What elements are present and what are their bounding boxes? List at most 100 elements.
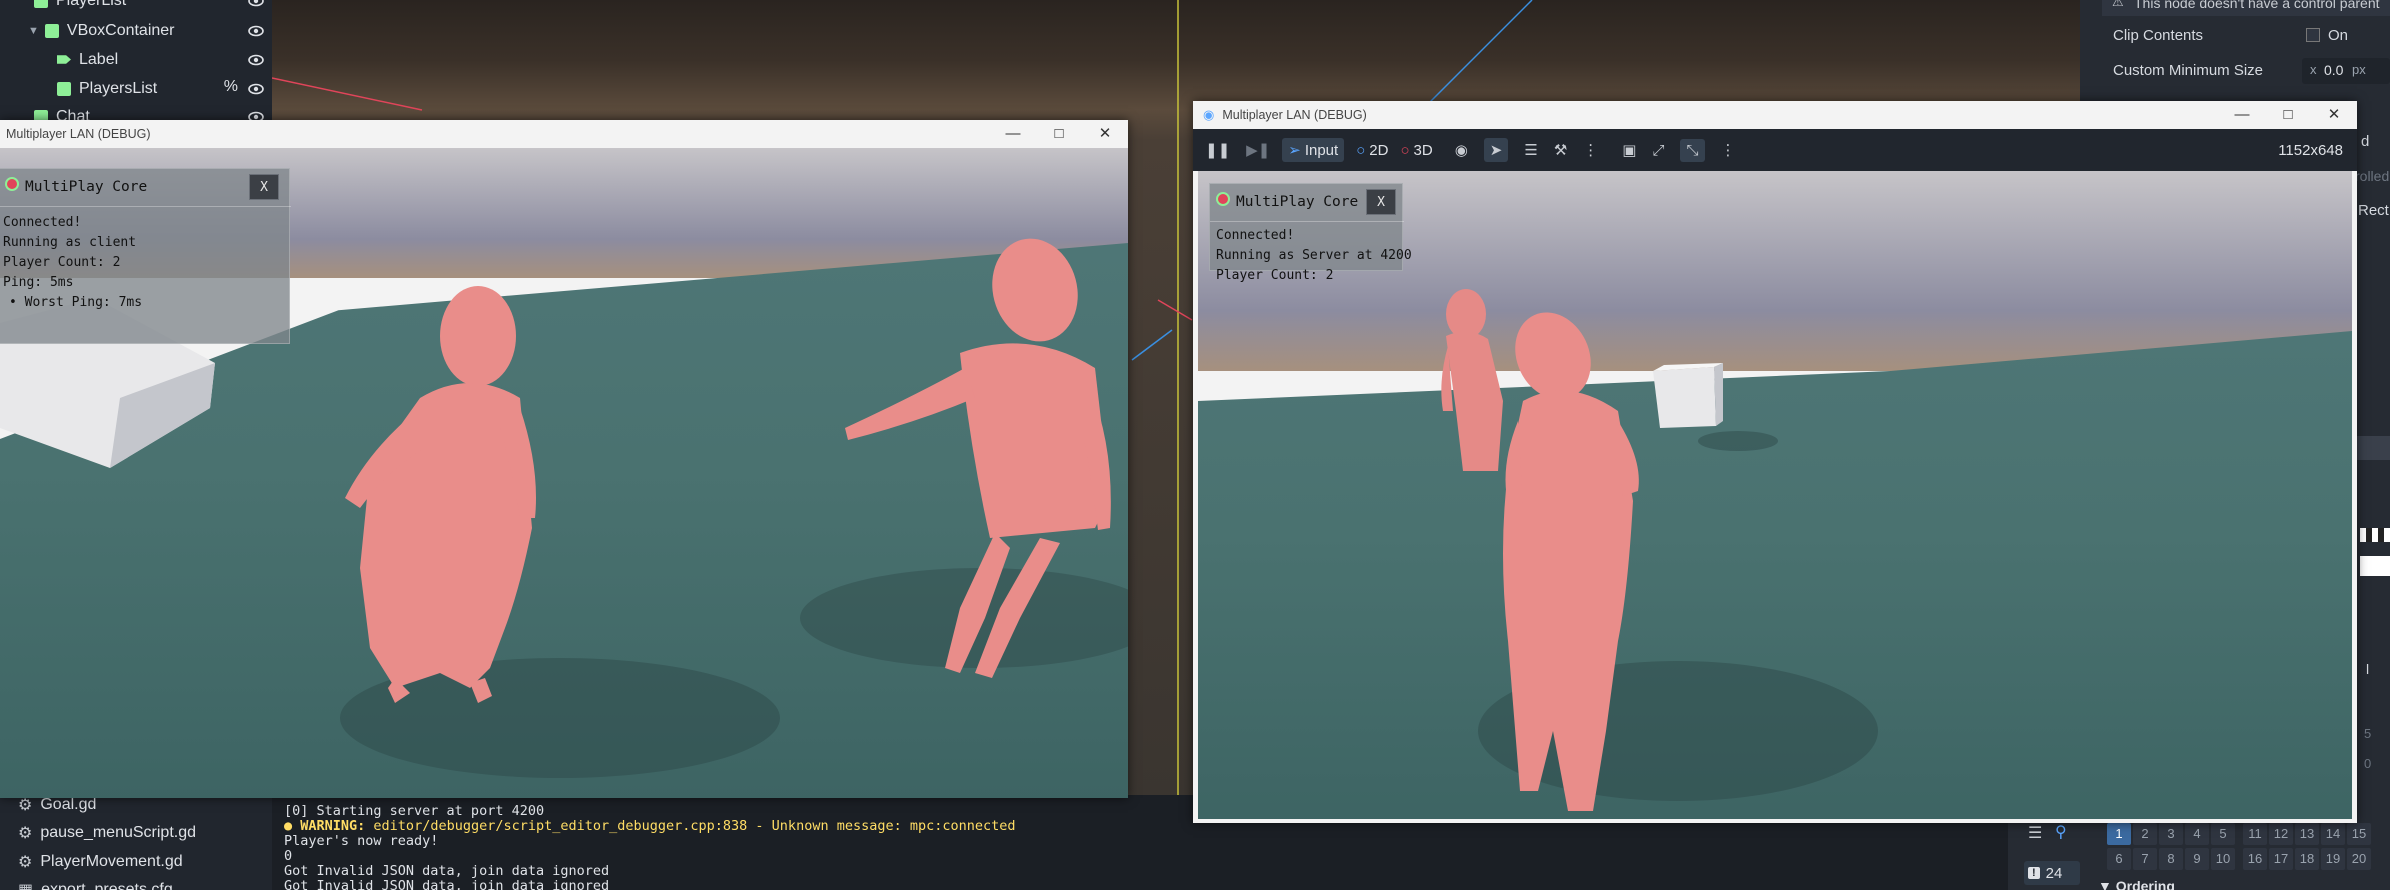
layer-button-7[interactable]: 7	[2133, 848, 2157, 870]
message-count-badge[interactable]: ! 24	[2024, 861, 2080, 885]
overlay-close-button[interactable]: X	[1366, 189, 1396, 215]
scene-tree-dock: PlayerList ▼ VBoxContainer Label Players…	[0, 0, 272, 125]
file-item-player-movement[interactable]: ⚙ PlayerMovement.gd	[18, 852, 183, 872]
inspector-fragment-l: l	[2366, 661, 2370, 677]
ordering-section-header[interactable]: ▼ Ordering	[2098, 878, 2175, 890]
layer-button-6[interactable]: 6	[2107, 848, 2131, 870]
itemlist-node-icon	[57, 81, 71, 96]
warning-dot-icon: ●	[284, 818, 301, 834]
3d-circle-icon: ○	[1400, 141, 1410, 159]
min-size-x-field[interactable]: x 0.0 px	[2302, 58, 2390, 84]
overlay-status-line: Ping: 5ms	[3, 275, 74, 290]
file-item-export-presets[interactable]: ▦ export_presets.cfg	[18, 880, 173, 890]
filter-lines-icon[interactable]: ☰	[2028, 823, 2042, 843]
layer-button-2[interactable]: 2	[2133, 823, 2157, 845]
layer-button-9[interactable]: 9	[2185, 848, 2209, 870]
layer-button-16[interactable]: 16	[2243, 848, 2267, 870]
inspector-fragment-d: d	[2361, 133, 2370, 150]
control-node-icon	[34, 0, 48, 8]
select-tool-icon[interactable]: ➤	[1483, 138, 1509, 162]
visibility-eye-icon[interactable]	[248, 23, 264, 39]
server-game-viewport[interactable]: MultiPlay Core X Connected! Running as S…	[1198, 171, 2352, 819]
tree-item-playerslist[interactable]: PlayersList %	[0, 74, 272, 103]
warning-prefix: WARNING:	[300, 818, 366, 834]
resolution-readout: 1152x648	[2278, 141, 2343, 159]
input-mode-button[interactable]: ➢ Input	[1282, 138, 1345, 162]
color-preview[interactable]	[2360, 556, 2390, 576]
layer-button-4[interactable]: 4	[2185, 823, 2209, 845]
unique-name-indicator[interactable]: %	[224, 78, 238, 96]
search-icon[interactable]: ⚲	[2055, 822, 2067, 842]
filesystem-dock: ⚙ Goal.gd ⚙ pause_menuScript.gd ⚙ Player…	[0, 790, 272, 890]
tree-item-playerlist[interactable]: PlayerList	[0, 0, 272, 15]
layer-button-5[interactable]: 5	[2211, 823, 2235, 845]
maximize-icon[interactable]: □	[2265, 101, 2311, 129]
minimize-icon[interactable]: —	[2219, 101, 2265, 129]
chevron-down-icon[interactable]: ▼	[28, 25, 39, 37]
close-icon[interactable]: ✕	[1082, 120, 1128, 148]
tree-item-label: Label	[79, 50, 119, 68]
layer-button-18[interactable]: 18	[2295, 848, 2319, 870]
visibility-eye-icon[interactable]	[248, 0, 264, 9]
layer-button-3[interactable]: 3	[2159, 823, 2183, 845]
layer-button-11[interactable]: 11	[2243, 823, 2267, 845]
gear-icon: ⚙	[18, 825, 33, 842]
file-name: export_presets.cfg	[41, 881, 173, 890]
alert-icon: !	[2028, 867, 2040, 879]
file-item-goal[interactable]: ⚙ Goal.gd	[18, 795, 96, 815]
layer-button-10[interactable]: 10	[2211, 848, 2235, 870]
layer-button-14[interactable]: 14	[2321, 823, 2345, 845]
clip-contents-checkbox[interactable]	[2306, 28, 2320, 42]
layer-button-13[interactable]: 13	[2295, 823, 2319, 845]
inspector-notice: This node doesn't have a control parent	[2134, 0, 2380, 11]
tree-item-vboxcontainer[interactable]: ▼ VBoxContainer	[0, 16, 272, 45]
window-titlebar[interactable]: ◉ Multiplayer LAN (DEBUG)	[1193, 101, 2357, 129]
output-line: [0] Starting server at port 4200	[284, 803, 545, 819]
overlay-divider	[1210, 221, 1404, 222]
visibility-eye-icon[interactable]	[248, 52, 264, 68]
layer-button-19[interactable]: 19	[2321, 848, 2345, 870]
ordering-label: Ordering	[2115, 878, 2175, 890]
clip-contents-value: On	[2328, 27, 2349, 44]
tree-item-label-node[interactable]: Label	[0, 45, 272, 74]
inspector-warning: ⚠ This node doesn't have a control paren…	[2102, 0, 2390, 16]
output-line: Got Invalid JSON data, join data ignored	[284, 878, 610, 890]
layer-button-12[interactable]: 12	[2269, 823, 2293, 845]
layer-button-17[interactable]: 17	[2269, 848, 2293, 870]
layer-button-8[interactable]: 8	[2159, 848, 2183, 870]
client-game-window[interactable]: Multiplayer LAN (DEBUG) — □ ✕ MultiPlay …	[0, 120, 1128, 798]
file-name: pause_menuScript.gd	[40, 824, 196, 841]
window-title: Multiplayer LAN (DEBUG)	[1222, 108, 1367, 122]
visibility-eye-icon[interactable]: ◉	[1455, 141, 1468, 159]
pause-icon[interactable]: ❚❚	[1205, 141, 1230, 159]
layer-button-15[interactable]: 15	[2347, 823, 2371, 845]
camera-override-icon[interactable]: ⚒	[1554, 141, 1567, 159]
visibility-eye-icon[interactable]	[248, 81, 264, 97]
step-frame-icon[interactable]: ▶❚	[1246, 141, 1270, 159]
window-titlebar[interactable]: Multiplayer LAN (DEBUG)	[0, 120, 1128, 148]
custom-min-size-label: Custom Minimum Size	[2113, 62, 2264, 79]
fullscreen-icon[interactable]: ⤢	[1652, 142, 1664, 159]
overlay-close-button[interactable]: X	[249, 174, 279, 200]
layer-button-1[interactable]: 1	[2107, 823, 2131, 845]
fit-window-icon[interactable]: ⤡	[1680, 138, 1705, 162]
more-options-icon[interactable]: ⋮	[1721, 141, 1736, 159]
maximize-icon[interactable]: □	[1036, 120, 1082, 148]
minimize-icon[interactable]: —	[990, 120, 1036, 148]
client-game-viewport[interactable]: MultiPlay Core X Connected! Running as c…	[0, 148, 1128, 798]
message-count: 24	[2045, 864, 2063, 882]
output-line: Got Invalid JSON data, join data ignored	[284, 863, 610, 879]
file-item-pause-menu[interactable]: ⚙ pause_menuScript.gd	[18, 823, 196, 843]
3d-mode-button[interactable]: ○ 3D	[1400, 142, 1432, 159]
overlay-status-line: Running as Server at 4200	[1216, 248, 1412, 263]
screenshot-icon[interactable]: ▣	[1622, 141, 1636, 159]
list-select-icon[interactable]: ☰	[1524, 141, 1537, 159]
layer-button-20[interactable]: 20	[2347, 848, 2371, 870]
box-obstacle	[1653, 367, 1716, 428]
overlay-status-line: Running as client	[3, 235, 137, 250]
close-icon[interactable]: ✕	[2311, 101, 2357, 129]
2d-mode-button[interactable]: ○ 2D	[1356, 142, 1388, 159]
pointer-icon: ➢	[1288, 142, 1301, 159]
more-options-icon[interactable]: ⋮	[1583, 141, 1598, 159]
server-game-window[interactable]: ◉ Multiplayer LAN (DEBUG) — □ ✕ ❚❚ ▶❚ ➢ I…	[1193, 101, 2357, 823]
